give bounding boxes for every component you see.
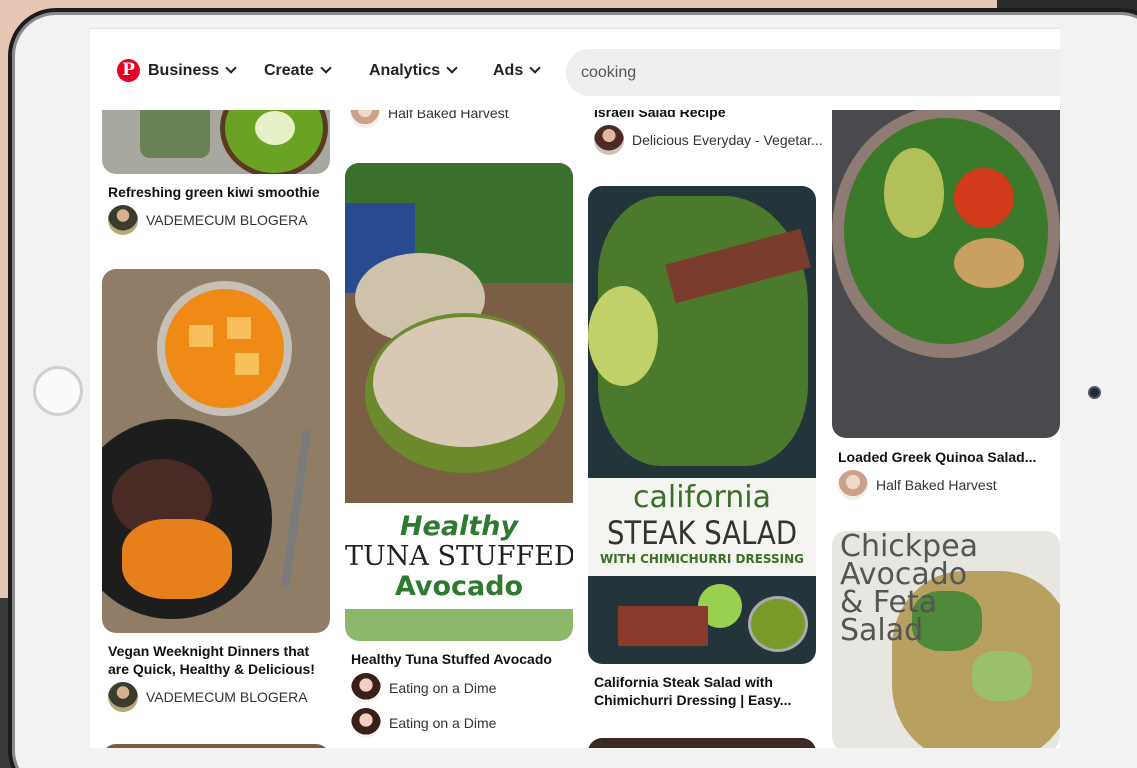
chevron-down-icon [320, 62, 332, 74]
nav-business[interactable]: Business [148, 62, 237, 80]
pin-author-tuna-1[interactable]: Eating on a Dime [351, 673, 496, 703]
avatar [594, 125, 624, 155]
avatar [351, 708, 381, 738]
nav-analytics[interactable]: Analytics [369, 62, 458, 80]
avatar [108, 682, 138, 712]
pin-image-greek-quinoa[interactable] [832, 68, 1060, 438]
pin-image-tuna-avocado[interactable]: Healthy TUNA STUFFED Avocado [345, 163, 573, 641]
pin-title-kiwi[interactable]: Refreshing green kiwi smoothie [108, 183, 320, 201]
nav-ads[interactable]: Ads [493, 62, 541, 80]
pin-author-tuna-2[interactable]: Eating on a Dime [351, 708, 496, 738]
chevron-down-icon [225, 62, 237, 74]
pin-title-vegan[interactable]: Vegan Weeknight Dinners that are Quick, … [108, 642, 315, 678]
home-button[interactable] [33, 366, 83, 416]
avatar [838, 470, 868, 500]
avatar [108, 205, 138, 235]
chevron-down-icon [529, 62, 541, 74]
pin-title-steak[interactable]: California Steak Salad with Chimichurri … [594, 673, 791, 709]
pin-image-vegan-dinners[interactable] [102, 269, 330, 633]
pinterest-logo-icon[interactable]: P [117, 59, 140, 82]
pin-title-tuna[interactable]: Healthy Tuna Stuffed Avocado [351, 650, 552, 668]
avatar [351, 673, 381, 703]
pin-author-kiwi[interactable]: VADEMECUM BLOGERA [108, 205, 308, 235]
tablet-screen: Refreshing green kiwi smoothie VADEMECUM… [90, 28, 1060, 748]
search-input[interactable] [566, 49, 1060, 96]
chevron-down-icon [446, 62, 458, 74]
pin-author-quinoa[interactable]: Half Baked Harvest [838, 470, 997, 500]
pin-image-chickpea-salad[interactable]: Chickpea Avocado & Feta Salad [832, 531, 1060, 748]
camera-icon [1088, 386, 1101, 399]
top-navigation-bar: P Business Create Analytics Ads [90, 28, 1060, 110]
pin-image-partial-col1[interactable] [102, 744, 330, 748]
pin-image-partial-col3[interactable] [588, 738, 816, 748]
pin-author-vegan[interactable]: VADEMECUM BLOGERA [108, 682, 308, 712]
nav-create[interactable]: Create [264, 62, 332, 80]
pin-title-quinoa[interactable]: Loaded Greek Quinoa Salad... [838, 448, 1036, 466]
pin-author-israeli[interactable]: Delicious Everyday - Vegetar... [594, 125, 823, 155]
pin-image-steak-salad[interactable]: california STEAK SALAD WITH CHIMICHURRI … [588, 186, 816, 664]
